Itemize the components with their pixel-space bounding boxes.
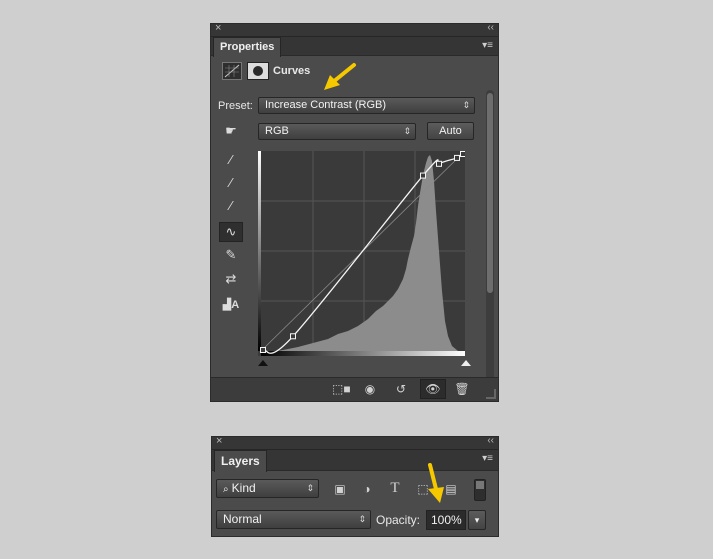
stepper-arrows-icon: ⇕ <box>403 126 411 136</box>
opacity-value: 100% <box>431 513 462 527</box>
layers-panel-topbar: × ‹‹ <box>212 435 498 450</box>
delete-icon[interactable]: 🗑 <box>453 381 471 397</box>
filter-kind-dropdown[interactable]: ⌕ Kind ⇕ <box>216 479 319 498</box>
collapse-icon[interactable]: ‹‹ <box>487 22 494 33</box>
filter-toggle-icon[interactable] <box>474 479 486 501</box>
curve-control-point[interactable] <box>260 347 266 353</box>
stepper-arrows-icon: ⇕ <box>462 100 470 110</box>
filter-kind-value: Kind <box>231 481 256 495</box>
layer-mask-icon[interactable] <box>247 62 269 80</box>
properties-tab-row: Properties ▾≡ <box>211 37 498 57</box>
layers-tab-row: Layers ▾≡ <box>212 450 498 472</box>
clipping-warning-icon[interactable]: ▟A <box>221 296 241 314</box>
preset-label: Preset: <box>218 100 253 112</box>
preset-dropdown[interactable]: Increase Contrast (RGB) ⇕ <box>258 97 475 114</box>
on-image-adjust-icon[interactable]: ☛ <box>221 122 241 140</box>
blend-mode-value: Normal <box>223 512 262 526</box>
annotation-arrow-curves <box>324 63 356 90</box>
opacity-menu-button[interactable]: ▾ <box>468 510 486 530</box>
auto-button[interactable]: Auto <box>427 122 474 140</box>
curve-control-point[interactable] <box>460 151 466 157</box>
curve-point-tool-icon[interactable]: ∿ <box>219 222 243 242</box>
search-icon: ⌕ <box>223 484 229 495</box>
white-point-eyedropper-icon[interactable]: ⁄ <box>221 197 241 215</box>
close-icon[interactable]: × <box>215 22 221 34</box>
scrollbar-thumb[interactable] <box>487 93 493 293</box>
channel-value: RGB <box>265 125 289 137</box>
smooth-curve-icon[interactable]: ⇄ <box>221 270 241 288</box>
channel-dropdown[interactable]: RGB ⇕ <box>258 123 416 140</box>
curves-graph[interactable] <box>258 150 466 356</box>
panel-menu-icon[interactable]: ▾≡ <box>482 453 493 464</box>
annotation-arrow-opacity <box>428 463 444 503</box>
opacity-field[interactable]: 100% <box>426 510 466 530</box>
resize-grip-icon[interactable] <box>486 389 496 399</box>
properties-footer: ⬚■ ◉ ↺ 👁 🗑 <box>211 377 498 401</box>
reset-icon[interactable]: ↺ <box>392 381 410 397</box>
type-filter-icon[interactable]: T <box>386 480 404 496</box>
panel-menu-icon[interactable]: ▾≡ <box>482 40 493 51</box>
input-gradient-bar <box>261 351 465 356</box>
view-previous-state-icon[interactable]: ◉ <box>361 381 379 397</box>
black-point-slider-icon[interactable] <box>258 360 268 366</box>
curve-control-point[interactable] <box>290 333 296 340</box>
stepper-arrows-icon: ⇕ <box>358 514 366 524</box>
curve-control-point[interactable] <box>420 172 426 179</box>
layers-panel: × ‹‹ Layers ▾≡ ⌕ Kind ⇕ ▣ ◑ T ⬚ ▤ Normal… <box>211 435 499 537</box>
curve-control-point[interactable] <box>454 154 460 161</box>
white-point-slider-icon[interactable] <box>461 360 471 366</box>
stepper-arrows-icon: ⇕ <box>306 483 314 493</box>
gray-point-eyedropper-icon[interactable]: ⁄ <box>221 174 241 192</box>
collapse-icon[interactable]: ‹‹ <box>487 435 494 446</box>
curves-adjustment-icon <box>222 62 242 80</box>
clip-to-layer-icon[interactable]: ⬚■ <box>332 381 351 397</box>
adjustment-title: Curves <box>273 65 311 77</box>
tab-properties[interactable]: Properties <box>213 37 282 57</box>
toggle-visibility-icon[interactable]: 👁 <box>420 379 446 399</box>
image-filter-icon[interactable]: ▣ <box>331 481 349 497</box>
close-icon[interactable]: × <box>216 435 222 447</box>
opacity-label: Opacity: <box>376 513 421 527</box>
properties-panel-topbar: × ‹‹ <box>211 22 498 37</box>
curve-control-point[interactable] <box>436 160 442 167</box>
output-gradient-bar <box>258 151 261 351</box>
adjustment-filter-icon[interactable]: ◑ <box>358 481 376 497</box>
pencil-draw-icon[interactable]: ✎ <box>221 246 241 264</box>
scrollbar[interactable] <box>486 90 494 390</box>
black-point-eyedropper-icon[interactable]: ⁄ <box>221 151 241 169</box>
tab-layers[interactable]: Layers <box>214 450 267 472</box>
preset-value: Increase Contrast (RGB) <box>265 99 387 111</box>
blend-mode-dropdown[interactable]: Normal ⇕ <box>216 510 371 529</box>
